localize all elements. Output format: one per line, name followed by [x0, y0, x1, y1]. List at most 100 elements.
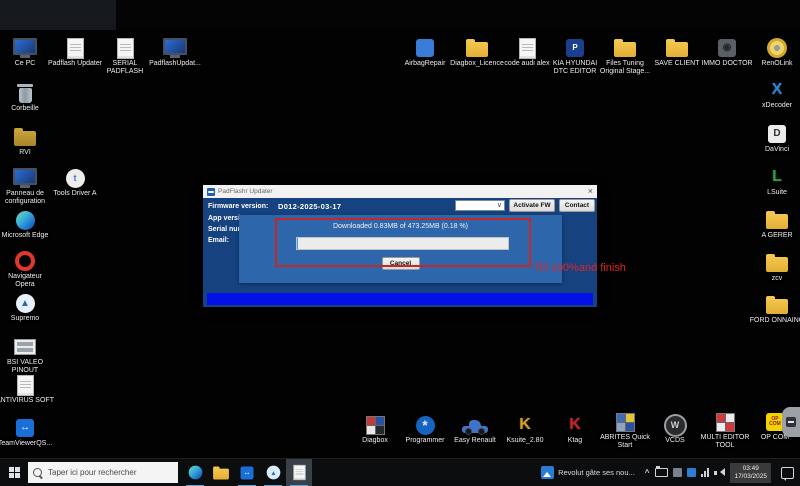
cancel-button[interactable]: Cancel [382, 257, 420, 270]
desktop-icon-label: Files Tuning Original Stage... [600, 60, 650, 76]
desktop-icon-lsuite[interactable]: L LSuite [748, 167, 800, 197]
desktop-icon-antivirus-soft[interactable]: ANTIVIRUS SOFT [0, 375, 54, 405]
notification-icon[interactable] [781, 467, 794, 479]
clock-time: 03:49 [734, 465, 767, 473]
tray-app-blue[interactable] [687, 468, 696, 477]
search-input[interactable] [46, 467, 170, 478]
document-icon [117, 38, 134, 59]
desktop-icon-label: Easy Renault [454, 437, 496, 445]
desktop-icon-rvi[interactable]: RVI [0, 127, 54, 157]
edge-icon [188, 466, 202, 480]
app-icon: P [566, 39, 584, 57]
letter-icon: K [519, 415, 531, 435]
desktop-icon-label: Panneau de configuration [5, 190, 45, 206]
desktop-icon-label: ANTIVIRUS SOFT [0, 397, 54, 405]
desktop-icon-files-tuning[interactable]: Files Tuning Original Stage... [596, 38, 654, 76]
tray-folder[interactable] [655, 468, 668, 477]
desktop-icon-tools-driver-a[interactable]: t Tools Driver A [46, 168, 104, 198]
desktop-icon-label: FORD ONNAING [750, 317, 800, 325]
taskbar-app-padflash-app-taskbar[interactable] [286, 459, 312, 486]
firmware-dropdown[interactable]: ∨ [455, 200, 505, 211]
desktop-icon-ford-onnaing[interactable]: FORD ONNAING [748, 295, 800, 325]
desktop-icon-a-gerer[interactable]: A GERER [748, 210, 800, 240]
activate-fw-button[interactable]: Activate FW [509, 199, 555, 212]
dialog-titlebar[interactable]: PadFlashr Updater × [203, 185, 597, 198]
tile-icon [366, 416, 385, 435]
desktop-icon-label: SAVE CLIENT [655, 60, 700, 68]
taskbar: ↔▲ Revolut gâte ses nou... ^ 03:49 17/03… [0, 458, 800, 486]
desktop-icon-corbeille[interactable]: Corbeille [0, 83, 54, 113]
desktop-icon-navigateur-opera[interactable]: Navigateur Opera [0, 251, 54, 289]
folder-icon [614, 42, 636, 57]
taskbar-app-file-explorer[interactable] [208, 459, 234, 486]
volume-icon[interactable] [714, 468, 724, 477]
network-icon[interactable] [701, 468, 709, 477]
document-icon [519, 38, 536, 59]
taskbar-app-edge-taskbar[interactable] [182, 459, 208, 486]
desktop-icon-label: Tools Driver A [53, 190, 96, 198]
folder-icon [213, 468, 229, 479]
image-icon [14, 339, 36, 355]
desktop-icon-airbagrepair[interactable]: AirbagRepair [396, 38, 454, 68]
car-icon [462, 420, 488, 435]
document-icon [293, 465, 305, 480]
taskbar-app-teamviewer-taskbar[interactable]: ↔ [234, 459, 260, 486]
desktop-icon-label: Diagbox_Licence [450, 60, 504, 68]
download-status-text: Downloaded 0.83MB of 473.25MB (0.18 %) [239, 223, 562, 230]
desktop-icon-renolink[interactable]: RenOLink [748, 38, 800, 68]
top-strip [0, 0, 800, 30]
letter-icon: L [772, 167, 782, 187]
app-icon: t [66, 169, 85, 188]
taskbar-apps: ↔▲ [182, 459, 312, 486]
close-icon[interactable]: × [588, 187, 593, 196]
dialog-body: Firmware version: D012-2025-03-17 ∨ Acti… [203, 198, 597, 307]
app-icon [416, 39, 434, 57]
download-progress-bar [296, 237, 509, 250]
desktop-icon-label: AirbagRepair [405, 60, 446, 68]
padflash-updater-window: PadFlashr Updater × Firmware version: D0… [203, 185, 597, 307]
tray-chevron-icon[interactable]: ^ [645, 468, 650, 477]
windows-logo-icon [9, 467, 20, 478]
desktop-icon-label: RVI [19, 149, 31, 157]
desktop-icon-xdecoder[interactable]: XxDecoder [748, 80, 800, 110]
tray-display[interactable] [673, 468, 682, 477]
taskbar-clock[interactable]: 03:49 17/03/2025 [730, 463, 771, 483]
tile-icon [716, 413, 735, 432]
letter-icon: K [569, 415, 581, 435]
desktop-icon-label: Diagbox [362, 437, 388, 445]
annotation-note: Till 100%and finish [534, 262, 626, 274]
desktop-icon-label: Navigateur Opera [8, 273, 42, 289]
desktop-icon-label: IMMO DOCTOR [701, 60, 752, 68]
taskbar-search[interactable] [28, 462, 178, 483]
start-button[interactable] [0, 459, 28, 486]
clock-date: 17/03/2025 [734, 473, 767, 481]
desktop-icon-label: RenOLink [761, 60, 792, 68]
desktop-icon-microsoft-edge[interactable]: Microsoft Edge [0, 210, 54, 240]
dialog-title: PadFlashr Updater [218, 188, 273, 195]
app-logo-icon [207, 188, 215, 196]
letter-icon: X [772, 80, 783, 100]
desktop-icon-supremo[interactable]: ▲Supremo [0, 293, 54, 323]
desktop-icon-bsi-valeo-pinout[interactable]: BSI VALEO PINOUT [0, 337, 54, 375]
folder-icon [766, 299, 788, 314]
desktop-icon-teamviewerqs[interactable]: ↔TeamViewerQS... [0, 418, 54, 448]
bottom-progress-strip [207, 293, 593, 305]
edge-icon [16, 211, 35, 230]
desktop-icon-label: LSuite [767, 189, 787, 197]
desktop-icon-padflashupdat[interactable]: PadflashUpdat... [146, 38, 204, 68]
news-icon [541, 466, 554, 479]
news-widget[interactable]: Revolut gâte ses nou... [537, 459, 639, 486]
desktop-icon-label: KIA HYUNDAI DTC EDITOR [553, 60, 597, 76]
folder-icon [766, 257, 788, 272]
desktop-icon-zcv[interactable]: zcv [748, 253, 800, 283]
taskbar-app-supremo-taskbar[interactable]: ▲ [260, 459, 286, 486]
search-icon [33, 468, 42, 477]
contact-button[interactable]: Contact [559, 199, 595, 212]
desktop-icon-label: ABRITES Quick Start [600, 434, 650, 450]
desktop-icon-davinci[interactable]: DDaVinci [748, 124, 800, 154]
screenshot-icon [786, 417, 796, 427]
desktop-icon-label: Ce PC [15, 60, 36, 68]
overlay-bubble[interactable] [782, 407, 800, 437]
chevron-down-icon: ∨ [497, 202, 502, 209]
desktop-icon-label: A GERER [761, 232, 792, 240]
